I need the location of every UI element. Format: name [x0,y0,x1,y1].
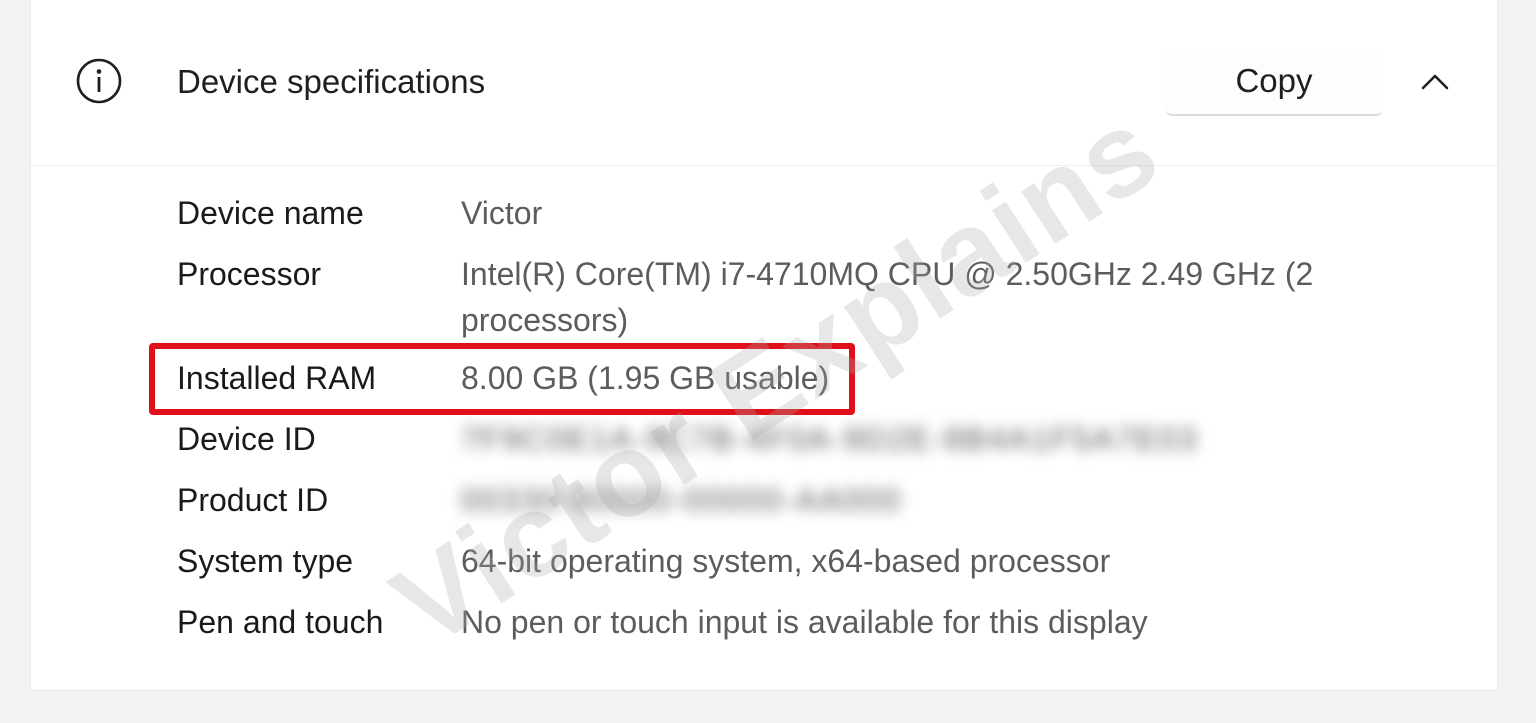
spec-row-processor: Processor Intel(R) Core(TM) i7-4710MQ CP… [177,251,1457,343]
spec-value: No pen or touch input is available for t… [461,604,1148,640]
spec-label: System type [177,543,354,579]
spec-row-installed-ram: Installed RAM 8.00 GB (1.95 GB usable) [177,355,1457,401]
spec-label: Device name [177,195,364,231]
spec-label: Pen and touch [177,604,384,640]
spec-value: 8.00 GB (1.95 GB usable) [461,360,830,396]
spec-value-redacted: 7F9C0E1A-9C7B-4F0A-9D2E-8B4A1F5A7E03 [461,421,1199,457]
spec-value-redacted: 00330-80000-00000-AA000 [461,482,902,518]
spec-value: Intel(R) Core(TM) i7-4710MQ CPU @ 2.50GH… [461,256,1314,338]
specifications-list: Device name Victor Processor Intel(R) Co… [177,190,1457,660]
section-title: Device specifications [177,63,486,100]
spec-label: Device ID [177,421,316,457]
spec-row-pen-and-touch: Pen and touch No pen or touch input is a… [177,599,1457,645]
spec-value: Victor [461,195,543,231]
info-icon [76,58,122,104]
device-specifications-card: Device specifications Copy Device name V… [30,0,1498,691]
settings-page: Device specifications Copy Device name V… [0,0,1536,723]
spec-row-product-id: Product ID 00330-80000-00000-AA000 [177,477,1457,523]
spec-row-device-id: Device ID 7F9C0E1A-9C7B-4F0A-9D2E-8B4A1F… [177,416,1457,462]
spec-label: Product ID [177,482,329,518]
spec-row-device-name: Device name Victor [177,190,1457,236]
section-header[interactable]: Device specifications Copy [31,0,1497,166]
spec-label: Processor [177,256,322,292]
spec-label: Installed RAM [177,360,377,396]
spec-row-system-type: System type 64-bit operating system, x64… [177,538,1457,584]
spec-value: 64-bit operating system, x64-based proce… [461,543,1111,579]
chevron-up-icon[interactable] [1417,64,1453,100]
copy-button[interactable]: Copy [1166,48,1382,116]
